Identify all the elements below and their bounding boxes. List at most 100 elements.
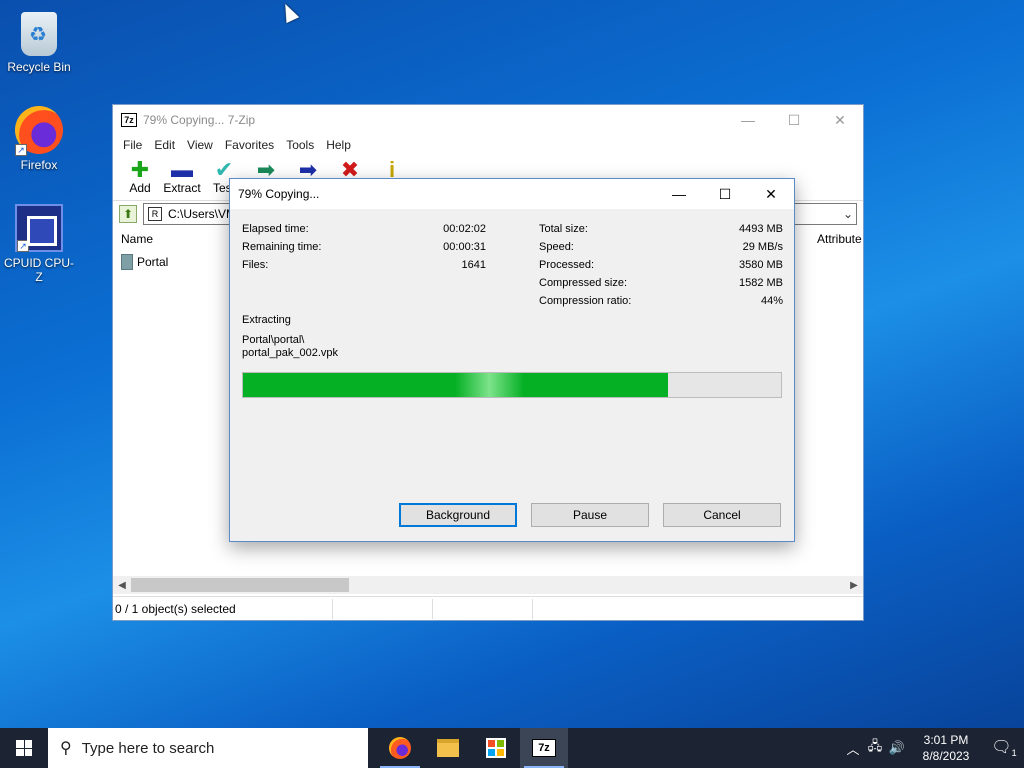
file-explorer-icon: [437, 739, 459, 757]
files-value: 1641: [461, 259, 486, 271]
progress-fill: [243, 373, 669, 397]
desktop-icon-label: Recycle Bin: [7, 60, 71, 74]
taskbar: ⚲ Type here to search 7z ︿ 🖧 🔊 3:01 PM 8…: [0, 728, 1024, 768]
menu-edit[interactable]: Edit: [148, 138, 181, 152]
compression-ratio-value: 44%: [760, 295, 783, 307]
desktop-icon-label: Firefox: [20, 158, 58, 172]
clock-date: 8/8/2023: [922, 749, 970, 763]
plus-icon: ✚: [130, 157, 150, 182]
maximize-icon[interactable]: ☐: [702, 179, 748, 209]
notification-count: 1: [1011, 748, 1017, 759]
desktop-icon-cpuz[interactable]: ↗ CPUID CPU-Z: [1, 204, 77, 284]
speed-value: 29 MB/s: [742, 241, 783, 253]
total-size-label: Total size:: [539, 223, 588, 235]
elapsed-time-value: 00:02:02: [443, 223, 486, 235]
firefox-icon: [389, 737, 411, 759]
clock[interactable]: 3:01 PM 8/8/2023: [908, 732, 984, 764]
extract-button[interactable]: ▬ Extract: [161, 155, 203, 200]
current-path: Portal\portal\: [242, 334, 305, 346]
search-box[interactable]: ⚲ Type here to search: [48, 728, 368, 768]
column-name[interactable]: Name: [121, 232, 153, 246]
minimize-icon[interactable]: —: [656, 179, 702, 209]
sevenzip-app-icon: 7z: [121, 113, 137, 127]
status-bar: 0 / 1 object(s) selected: [113, 596, 863, 620]
recycle-bin-icon: [21, 12, 57, 56]
main-titlebar[interactable]: 7z 79% Copying... 7-Zip — ☐ ✕: [113, 105, 863, 135]
total-size-value: 4493 MB: [738, 223, 783, 235]
taskbar-file-explorer[interactable]: [424, 728, 472, 768]
menu-favorites[interactable]: Favorites: [219, 138, 280, 152]
speed-label: Speed:: [539, 241, 574, 253]
search-icon: ⚲: [60, 740, 72, 757]
copy-progress-dialog: 79% Copying... — ☐ ✕ Elapsed time: 00:02…: [229, 178, 795, 542]
up-folder-icon[interactable]: ⬆: [119, 205, 137, 223]
drive-icon: R: [148, 207, 162, 221]
desktop-icon-label: CPUID CPU-Z: [3, 256, 74, 284]
maximize-icon[interactable]: ☐: [771, 105, 817, 135]
close-icon[interactable]: ✕: [817, 105, 863, 135]
status-cell: [433, 598, 533, 619]
menu-view[interactable]: View: [181, 138, 219, 152]
address-text: C:\Users\VM: [168, 207, 237, 221]
chevron-down-icon[interactable]: ⌄: [840, 207, 856, 221]
minimize-icon[interactable]: —: [725, 105, 771, 135]
remaining-time-value: 00:00:31: [443, 241, 486, 253]
menu-tools[interactable]: Tools: [280, 138, 320, 152]
start-button[interactable]: [0, 728, 48, 768]
firefox-icon: ↗: [15, 106, 63, 156]
horizontal-scrollbar[interactable]: ◀ ▶: [113, 576, 863, 594]
folder-icon: [121, 254, 133, 270]
elapsed-time-label: Elapsed time:: [242, 223, 309, 235]
search-placeholder: Type here to search: [81, 739, 215, 757]
background-button[interactable]: Background: [399, 503, 517, 527]
scrollbar-thumb[interactable]: [131, 578, 349, 592]
processed-label: Processed:: [539, 259, 595, 271]
status-cell: [333, 598, 433, 619]
taskbar-store[interactable]: [472, 728, 520, 768]
dialog-titlebar[interactable]: 79% Copying... — ☐ ✕: [230, 179, 794, 209]
mouse-cursor-icon: [278, 0, 300, 24]
current-file: portal_pak_002.vpk: [242, 347, 339, 359]
compressed-size-value: 1582 MB: [738, 277, 783, 289]
desktop-icon-recycle-bin[interactable]: Recycle Bin: [1, 8, 77, 74]
add-label: Add: [129, 181, 151, 195]
system-tray: ︿ 🖧 🔊 3:01 PM 8/8/2023 🗨1: [842, 728, 1024, 768]
cancel-button[interactable]: Cancel: [663, 503, 781, 527]
extract-label: Extract: [163, 181, 201, 195]
shortcut-arrow-icon: ↗: [17, 240, 29, 252]
main-window-title: 79% Copying... 7-Zip: [143, 113, 256, 127]
windows-logo-icon: [16, 740, 32, 756]
desktop-icon-firefox[interactable]: ↗ Firefox: [1, 106, 77, 172]
add-button[interactable]: ✚ Add: [119, 155, 161, 200]
volume-icon[interactable]: 🔊: [886, 740, 908, 756]
clock-time: 3:01 PM: [923, 733, 969, 747]
files-label: Files:: [242, 259, 269, 271]
remaining-time-label: Remaining time:: [242, 241, 322, 253]
minus-icon: ▬: [171, 157, 193, 182]
scroll-left-icon[interactable]: ◀: [113, 580, 131, 591]
cpuz-icon: ↗: [15, 204, 63, 252]
status-selection: 0 / 1 object(s) selected: [113, 598, 333, 619]
store-icon: [486, 738, 506, 758]
progress-bar: [242, 372, 782, 398]
pause-button[interactable]: Pause: [531, 503, 649, 527]
taskbar-firefox[interactable]: [376, 728, 424, 768]
chevron-up-icon[interactable]: ︿: [842, 739, 864, 758]
close-icon[interactable]: ✕: [748, 179, 794, 209]
list-item-name: Portal: [137, 255, 169, 269]
taskbar-7zip[interactable]: 7z: [520, 728, 568, 768]
operation-label: Extracting: [242, 314, 291, 326]
menu-bar: File Edit View Favorites Tools Help: [113, 135, 863, 155]
scroll-right-icon[interactable]: ▶: [845, 580, 863, 591]
column-attributes[interactable]: Attribute: [817, 232, 862, 246]
shortcut-arrow-icon: ↗: [15, 144, 27, 156]
compression-ratio-label: Compression ratio:: [539, 295, 632, 307]
compressed-size-label: Compressed size:: [539, 277, 628, 289]
dialog-title: 79% Copying...: [238, 187, 320, 201]
sevenzip-icon: 7z: [532, 739, 556, 757]
menu-file[interactable]: File: [117, 138, 148, 152]
network-icon[interactable]: 🖧: [864, 737, 886, 759]
notification-center-icon[interactable]: 🗨1: [984, 737, 1024, 758]
menu-help[interactable]: Help: [320, 138, 357, 152]
processed-value: 3580 MB: [738, 259, 783, 271]
